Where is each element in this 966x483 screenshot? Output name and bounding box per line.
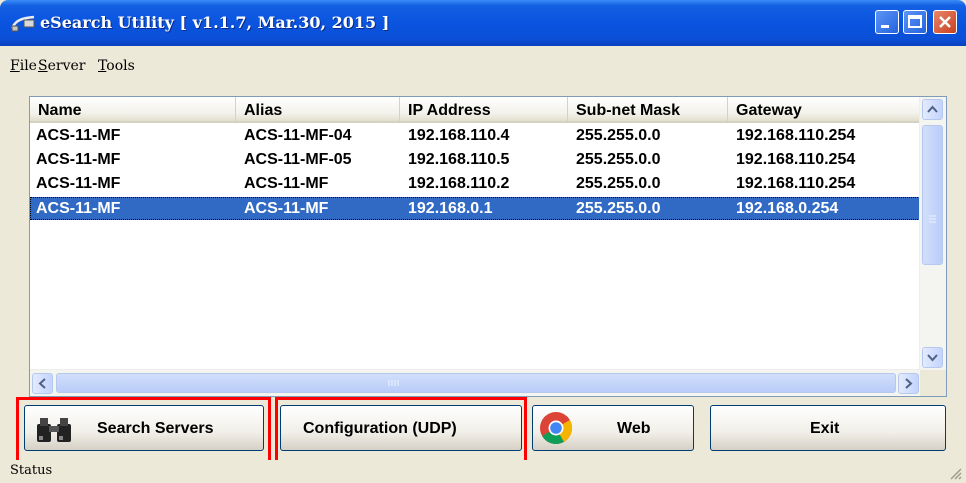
cell-alias: ACS-11-MF [244, 200, 329, 217]
column-header-mask[interactable]: Sub-net Mask [568, 97, 728, 123]
cell-gateway: 192.168.0.254 [736, 200, 839, 217]
cell-alias: ACS-11-MF-04 [244, 127, 352, 144]
cell-gateway: 192.168.110.254 [736, 127, 856, 144]
menu-tools-label: ools [106, 58, 135, 74]
exit-label: Exit [810, 420, 840, 437]
cell-alias: ACS-11-MF [244, 175, 329, 192]
menu-tools[interactable]: Tools [98, 58, 135, 74]
network-cable-icon [10, 15, 35, 32]
scroll-down-button[interactable] [922, 347, 943, 368]
menu-server[interactable]: Server [38, 58, 85, 74]
status-text: Status [10, 463, 53, 478]
title-bar[interactable]: eSearch Utility [ v1.1.7, Mar.30, 2015 ] [0, 0, 966, 46]
close-icon [939, 16, 951, 28]
configuration-udp-button[interactable]: Configuration (UDP) [280, 405, 522, 451]
scroll-up-button[interactable] [922, 99, 943, 120]
menu-file-accel: F [10, 58, 20, 74]
menu-server-label: erver [47, 58, 86, 74]
column-header-alias[interactable]: Alias [236, 97, 400, 123]
cell-ip: 192.168.110.4 [408, 127, 510, 144]
search-servers-label: Search Servers [97, 420, 214, 437]
scroll-left-button[interactable] [32, 373, 53, 394]
table-row[interactable]: ACS-11-MF ACS-11-MF 192.168.0.1 255.255.0.0… [30, 197, 920, 220]
cell-ip: 192.168.110.5 [408, 151, 510, 168]
menu-server-accel: S [38, 58, 48, 74]
cell-ip: 192.168.0.1 [408, 200, 493, 217]
chevron-left-icon [38, 378, 46, 389]
list-header: Name Alias IP Address Sub-net Mask Gatew… [30, 97, 920, 123]
web-button[interactable]: Web [532, 405, 694, 451]
vertical-scrollbar[interactable] [919, 97, 946, 370]
menu-file-label: ile [19, 58, 37, 74]
scroll-corner [920, 370, 946, 396]
resize-grip-icon[interactable] [948, 466, 962, 480]
table-row[interactable]: ACS-11-MF ACS-11-MF 192.168.110.2 255.255.0… [30, 173, 920, 196]
search-servers-button[interactable]: Search Servers [24, 405, 264, 451]
configuration-udp-label: Configuration (UDP) [303, 420, 457, 437]
horizontal-scroll-thumb[interactable] [56, 373, 896, 393]
chevron-right-icon [905, 378, 913, 389]
minimize-icon [881, 25, 889, 28]
cell-name: ACS-11-MF [36, 151, 121, 168]
minimize-button[interactable] [875, 10, 899, 34]
cell-name: ACS-11-MF [36, 200, 121, 217]
maximize-icon [908, 15, 922, 28]
exit-button[interactable]: Exit [710, 405, 946, 451]
close-button[interactable] [933, 10, 957, 34]
binoculars-icon [37, 418, 71, 442]
cell-mask: 255.255.0.0 [576, 151, 661, 168]
table-row[interactable]: ACS-11-MF ACS-11-MF-05 192.168.110.5 255.25… [30, 149, 920, 172]
cell-mask: 255.255.0.0 [576, 127, 661, 144]
cell-gateway: 192.168.110.254 [736, 175, 856, 192]
chevron-up-icon [927, 105, 938, 113]
cell-mask: 255.255.0.0 [576, 175, 661, 192]
table-row[interactable]: ACS-11-MF ACS-11-MF-04 192.168.110.4 255.25… [30, 125, 920, 148]
web-label: Web [617, 420, 651, 437]
scroll-right-button[interactable] [898, 373, 919, 394]
cell-alias: ACS-11-MF-05 [244, 151, 352, 168]
cell-ip: 192.168.110.2 [408, 175, 510, 192]
column-header-gateway[interactable]: Gateway [728, 97, 920, 123]
column-header-name[interactable]: Name [30, 97, 236, 123]
chevron-down-icon [927, 354, 938, 362]
column-header-ip[interactable]: IP Address [400, 97, 568, 123]
thumb-grip-icon [929, 215, 936, 223]
chrome-browser-icon [540, 412, 573, 445]
status-bar: Status [0, 460, 966, 483]
cell-name: ACS-11-MF [36, 175, 121, 192]
vertical-scroll-thumb[interactable] [922, 125, 943, 265]
thumb-grip-icon [388, 380, 399, 386]
server-list[interactable]: Name Alias IP Address Sub-net Mask Gatew… [29, 96, 947, 397]
horizontal-scrollbar[interactable] [30, 369, 922, 396]
menu-file[interactable]: File [10, 58, 37, 74]
cell-name: ACS-11-MF [36, 127, 121, 144]
window-title: eSearch Utility [ v1.1.7, Mar.30, 2015 ] [40, 13, 390, 32]
cell-mask: 255.255.0.0 [576, 200, 661, 217]
cell-gateway: 192.168.110.254 [736, 151, 856, 168]
maximize-button[interactable] [903, 10, 927, 34]
menu-bar: File Server Tools [0, 46, 966, 82]
